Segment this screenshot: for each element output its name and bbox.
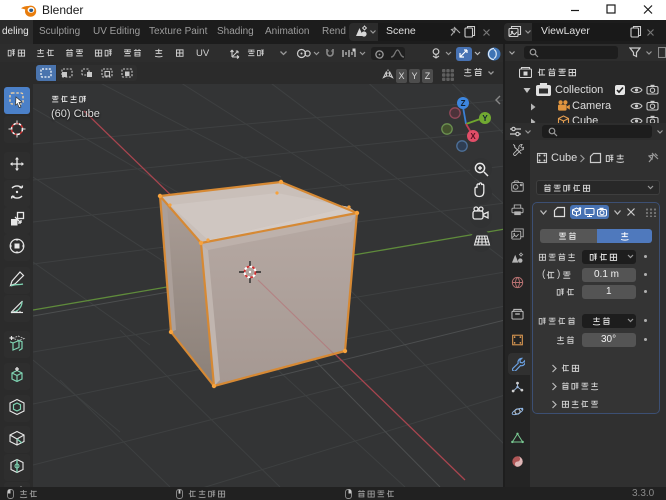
svg-text:Y: Y: [482, 114, 488, 123]
svg-text:Z: Z: [461, 99, 466, 108]
svg-text:X: X: [470, 132, 476, 141]
